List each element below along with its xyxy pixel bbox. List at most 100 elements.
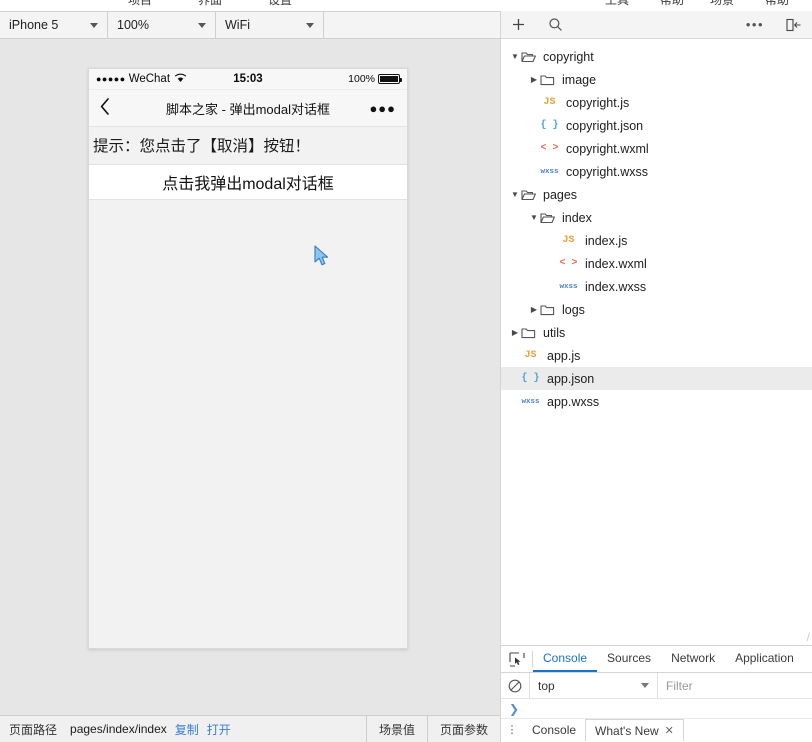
tree-item-label: copyright.wxss: [566, 164, 648, 179]
menu-strip: 项目 界面 设置 工具 帮助 场景 帮助: [0, 0, 812, 11]
tree-item-label: logs: [562, 302, 585, 317]
close-icon[interactable]: ✕: [665, 724, 674, 737]
json-file-icon: { }: [521, 373, 540, 384]
search-icon[interactable]: [548, 17, 563, 32]
console-prompt-icon: ❯: [509, 701, 520, 716]
console-context-select[interactable]: top: [529, 673, 657, 698]
menu-item-6[interactable]: 帮助: [765, 0, 789, 8]
phone-nav-bar: 脚本之家 - 弹出modal对话框 ●●●: [89, 90, 407, 127]
tree-item-label: index.wxss: [585, 279, 647, 294]
tree-item-label: utils: [543, 325, 566, 340]
tree-item-app-wxss[interactable]: wxss app.wxss: [501, 390, 812, 413]
menu-item-3[interactable]: 工具: [605, 0, 629, 8]
tab-application[interactable]: Application: [725, 646, 804, 672]
phone-content: 提示：您点击了【取消】按钮！ 点击我弹出modal对话框: [89, 127, 407, 648]
inspect-element-icon[interactable]: [501, 651, 532, 667]
folder-open-icon: [540, 212, 555, 224]
tree-item-copyright-wxss[interactable]: wxss copyright.wxss: [501, 160, 812, 183]
zoom-select[interactable]: 100%: [108, 12, 216, 38]
modal-trigger-button[interactable]: 点击我弹出modal对话框: [89, 164, 407, 200]
clear-console-icon[interactable]: [501, 679, 529, 693]
device-select[interactable]: iPhone 5: [0, 12, 108, 38]
tree-item-label: image: [562, 72, 597, 87]
more-dots-icon[interactable]: •••: [746, 17, 764, 32]
tree-item-index-wxml[interactable]: < > index.wxml: [501, 252, 812, 275]
console-filterbar: top Filter: [501, 673, 812, 699]
js-file-icon: JS: [543, 97, 556, 108]
wxss-file-icon: wxss: [521, 397, 540, 406]
drawer-tab-console[interactable]: Console: [523, 723, 585, 737]
network-select[interactable]: WiFi: [216, 12, 324, 38]
tree-item-label: copyright.js: [566, 95, 630, 110]
dock-to-left-icon[interactable]: [786, 18, 802, 32]
tree-item-utils[interactable]: ▶ utils: [501, 321, 812, 344]
tree-item-copyright-json[interactable]: { } copyright.json: [501, 114, 812, 137]
tab-page-params[interactable]: 页面参数: [426, 716, 500, 742]
chevron-right-icon[interactable]: ▶: [528, 305, 540, 314]
page-path-value: pages/index/index: [70, 722, 167, 736]
battery-full-icon: [378, 74, 402, 84]
console-prompt-row[interactable]: ❯: [501, 699, 812, 719]
network-select-value: WiFi: [225, 18, 250, 32]
chevron-down-icon[interactable]: ▼: [509, 190, 521, 199]
tree-item-label: index.js: [585, 233, 628, 248]
drawer-tab-whats-new[interactable]: What's New ✕: [585, 719, 684, 741]
tree-item-pages[interactable]: ▼ pages: [501, 183, 812, 206]
tree-item-image[interactable]: ▶ image: [501, 68, 812, 91]
chevron-down-icon[interactable]: ▼: [528, 213, 540, 222]
folder-closed-icon: [540, 304, 555, 316]
chevron-right-icon[interactable]: ▶: [528, 75, 540, 84]
tree-item-copyright-js[interactable]: JS copyright.js: [501, 91, 812, 114]
file-toolbar: •••: [501, 11, 812, 39]
drawer-tab-whats-new-label: What's New: [595, 723, 659, 738]
json-file-icon: { }: [540, 120, 559, 131]
tree-item-index[interactable]: ▼ index: [501, 206, 812, 229]
page-title: 脚本之家 - 弹出modal对话框: [166, 101, 330, 117]
tree-item-label: app.json: [547, 371, 595, 386]
copy-link[interactable]: 复制: [175, 721, 199, 738]
tree-item-label: copyright.wxml: [566, 141, 649, 156]
simulator-toolbar: iPhone 5 100% WiFi: [0, 11, 500, 39]
zoom-select-value: 100%: [117, 18, 149, 32]
tree-item-copyright[interactable]: ▼ copyright: [501, 45, 812, 68]
page-path-tabs: 场景值 页面参数: [365, 716, 500, 742]
tab-console[interactable]: Console: [533, 646, 598, 672]
wxml-file-icon: < >: [540, 143, 559, 154]
open-link[interactable]: 打开: [207, 721, 231, 738]
tree-item-index-js[interactable]: JS index.js: [501, 229, 812, 252]
tree-item-app-js[interactable]: JS app.js: [501, 344, 812, 367]
kebab-menu-icon[interactable]: ⋮: [501, 724, 523, 736]
chevron-right-icon[interactable]: ▶: [509, 328, 521, 337]
menu-item-1[interactable]: 界面: [198, 0, 222, 8]
tab-network[interactable]: Network: [661, 646, 725, 672]
tree-item-label: copyright.json: [566, 118, 644, 133]
menu-item-5[interactable]: 场景: [710, 0, 734, 8]
tree-item-index-wxss[interactable]: wxss index.wxss: [501, 275, 812, 298]
page-path-bar: 页面路径 pages/index/index 复制 打开 场景值 页面参数: [0, 715, 500, 742]
tree-item-label: copyright: [543, 49, 594, 64]
chevron-down-icon: [306, 22, 314, 28]
status-right: 100%: [348, 73, 402, 85]
file-tree[interactable]: ▼ copyright ▶ image JS copyright.js { } copyrig…: [501, 39, 812, 631]
menu-item-0[interactable]: 项目: [128, 0, 152, 8]
devtools-tabbar: Console Sources Network Application: [501, 645, 812, 673]
console-filter-input[interactable]: Filter: [657, 673, 812, 698]
chevron-down-icon: [641, 683, 649, 688]
chevron-down-icon: [90, 22, 98, 28]
tab-sources[interactable]: Sources: [597, 646, 661, 672]
chevron-down-icon[interactable]: ▼: [509, 52, 521, 61]
tree-item-logs[interactable]: ▶ logs: [501, 298, 812, 321]
tab-scene-value[interactable]: 场景值: [365, 716, 427, 742]
more-dots-icon[interactable]: ●●●: [369, 101, 396, 116]
devtools-drawer-tabbar: ⋮ Console What's New ✕: [501, 719, 812, 741]
wxss-file-icon: wxss: [559, 282, 578, 291]
wifi-icon: [174, 73, 187, 86]
mouse-pointer-icon: [313, 245, 331, 267]
plus-icon[interactable]: [511, 17, 526, 32]
tree-item-copyright-wxml[interactable]: < > copyright.wxml: [501, 137, 812, 160]
menu-item-2[interactable]: 设置: [268, 0, 292, 8]
phone-status-bar: ●●●●● WeChat 15:03 100%: [89, 69, 407, 90]
tree-item-label: index.wxml: [585, 256, 647, 271]
tree-item-app-json[interactable]: { } app.json: [501, 367, 812, 390]
menu-item-4[interactable]: 帮助: [660, 0, 684, 8]
